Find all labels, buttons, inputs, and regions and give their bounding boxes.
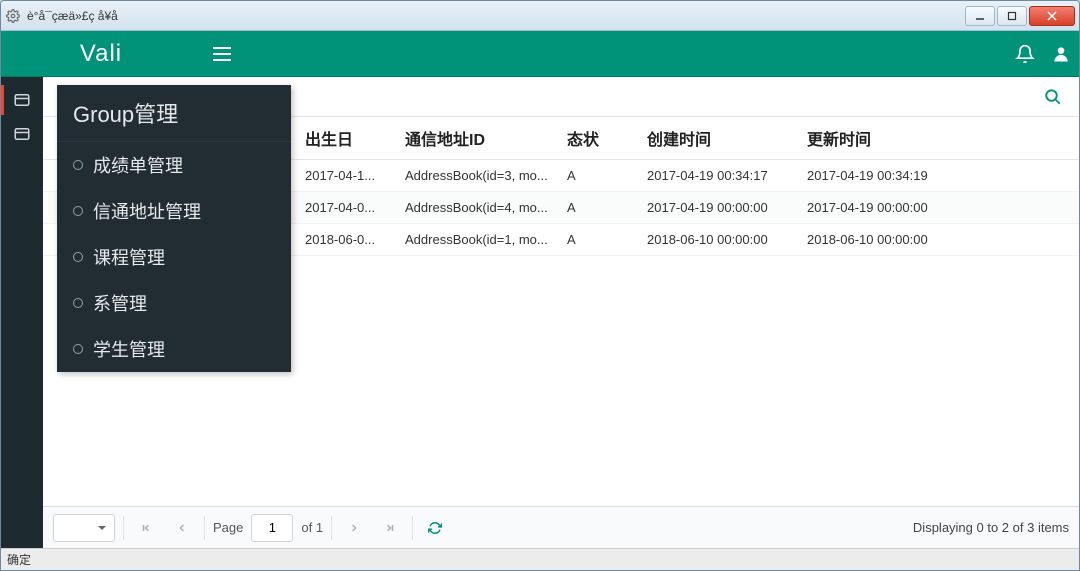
statusbar-text: 确定 — [7, 553, 31, 567]
display-info: Displaying 0 to 2 of 3 items — [913, 520, 1069, 535]
cell-updated: 2017-04-19 00:34:19 — [799, 159, 1079, 191]
cell-updated: 2017-04-19 00:00:00 — [799, 191, 1079, 223]
page-label: Page — [213, 520, 243, 535]
flyout-item-department[interactable]: 系管理 — [57, 280, 291, 326]
window-controls — [963, 6, 1075, 26]
window-title: è°å¯çæä»£ç å¥å — [27, 9, 963, 23]
minimize-button[interactable] — [965, 6, 995, 26]
separator — [412, 516, 413, 540]
sidebar — [1, 77, 43, 548]
flyout-item-label: 信通地址管理 — [93, 198, 201, 224]
page-size-select[interactable] — [53, 514, 115, 542]
separator — [331, 516, 332, 540]
cell-created: 2018-06-10 00:00:00 — [639, 223, 799, 255]
close-button[interactable] — [1029, 6, 1075, 26]
caret-down-icon — [98, 526, 106, 534]
last-page-button[interactable] — [376, 514, 404, 542]
cell-addr: AddressBook(id=4, mo... — [397, 191, 559, 223]
cell-updated: 2018-06-10 00:00:00 — [799, 223, 1079, 255]
col-header-addr[interactable]: 通信地址ID — [397, 117, 559, 159]
sidebar-item-group[interactable] — [1, 83, 43, 117]
app-body: Group管理 Group管理 成绩单管理 信通地址管理 课程管理 系管理 学生… — [1, 77, 1079, 548]
chevron-left-icon — [176, 522, 188, 534]
brand-box: Vali — [1, 31, 201, 76]
sidebar-flyout: Group管理 成绩单管理 信通地址管理 课程管理 系管理 学生管理 — [57, 85, 291, 372]
separator — [123, 516, 124, 540]
user-button[interactable] — [1043, 31, 1079, 77]
maximize-button[interactable] — [997, 6, 1027, 26]
cell-state: A — [559, 159, 639, 191]
brand-label: Vali — [80, 40, 122, 68]
cell-birth: 2017-04-0... — [297, 191, 397, 223]
first-page-button[interactable] — [132, 514, 160, 542]
chevron-first-icon — [140, 522, 152, 534]
cell-birth: 2018-06-0... — [297, 223, 397, 255]
chevron-right-icon — [348, 522, 360, 534]
cell-created: 2017-04-19 00:00:00 — [639, 191, 799, 223]
flyout-item-transcript[interactable]: 成绩单管理 — [57, 142, 291, 188]
page-of-label: of 1 — [301, 520, 323, 535]
search-icon — [1044, 88, 1062, 106]
circle-icon — [73, 160, 83, 170]
sidebar-item-2[interactable] — [1, 117, 43, 151]
flyout-item-address[interactable]: 信通地址管理 — [57, 188, 291, 234]
page-input[interactable] — [251, 514, 293, 542]
circle-icon — [73, 206, 83, 216]
flyout-title: Group管理 — [57, 85, 291, 142]
card-icon — [13, 91, 31, 109]
app-gear-icon — [5, 8, 21, 24]
col-header-state[interactable]: 态状 — [559, 117, 639, 159]
pagination: Page of 1 Displaying 0 to 2 of 3 items — [43, 506, 1079, 548]
cell-birth: 2017-04-1... — [297, 159, 397, 191]
flyout-item-label: 系管理 — [93, 290, 147, 316]
col-header-created[interactable]: 创建时间 — [639, 117, 799, 159]
cell-addr: AddressBook(id=1, mo... — [397, 223, 559, 255]
flyout-item-label: 成绩单管理 — [93, 152, 183, 178]
flyout-item-label: 课程管理 — [93, 244, 165, 270]
col-header-updated[interactable]: 更新时间 — [799, 117, 1079, 159]
refresh-button[interactable] — [421, 514, 449, 542]
separator — [204, 516, 205, 540]
col-header-birth[interactable]: 出生日 — [297, 117, 397, 159]
flyout-item-label: 学生管理 — [93, 336, 165, 362]
flyout-item-course[interactable]: 课程管理 — [57, 234, 291, 280]
bell-icon — [1015, 44, 1035, 64]
flyout-item-student[interactable]: 学生管理 — [57, 326, 291, 372]
window: è°å¯çæä»£ç å¥å Vali — [0, 0, 1080, 571]
cell-state: A — [559, 191, 639, 223]
search-button[interactable] — [1041, 85, 1065, 109]
circle-icon — [73, 252, 83, 262]
user-icon — [1051, 44, 1071, 64]
chevron-last-icon — [384, 522, 396, 534]
cell-state: A — [559, 223, 639, 255]
circle-icon — [73, 344, 83, 354]
refresh-icon — [428, 521, 442, 535]
titlebar: è°å¯çæä»£ç å¥å — [1, 1, 1079, 31]
statusbar: 确定 — [1, 548, 1079, 570]
cell-created: 2017-04-19 00:34:17 — [639, 159, 799, 191]
cell-addr: AddressBook(id=3, mo... — [397, 159, 559, 191]
circle-icon — [73, 298, 83, 308]
prev-page-button[interactable] — [168, 514, 196, 542]
next-page-button[interactable] — [340, 514, 368, 542]
notifications-button[interactable] — [1007, 31, 1043, 77]
app-header: Vali — [1, 31, 1079, 77]
card-icon — [13, 125, 31, 143]
menu-toggle-button[interactable] — [201, 31, 243, 77]
